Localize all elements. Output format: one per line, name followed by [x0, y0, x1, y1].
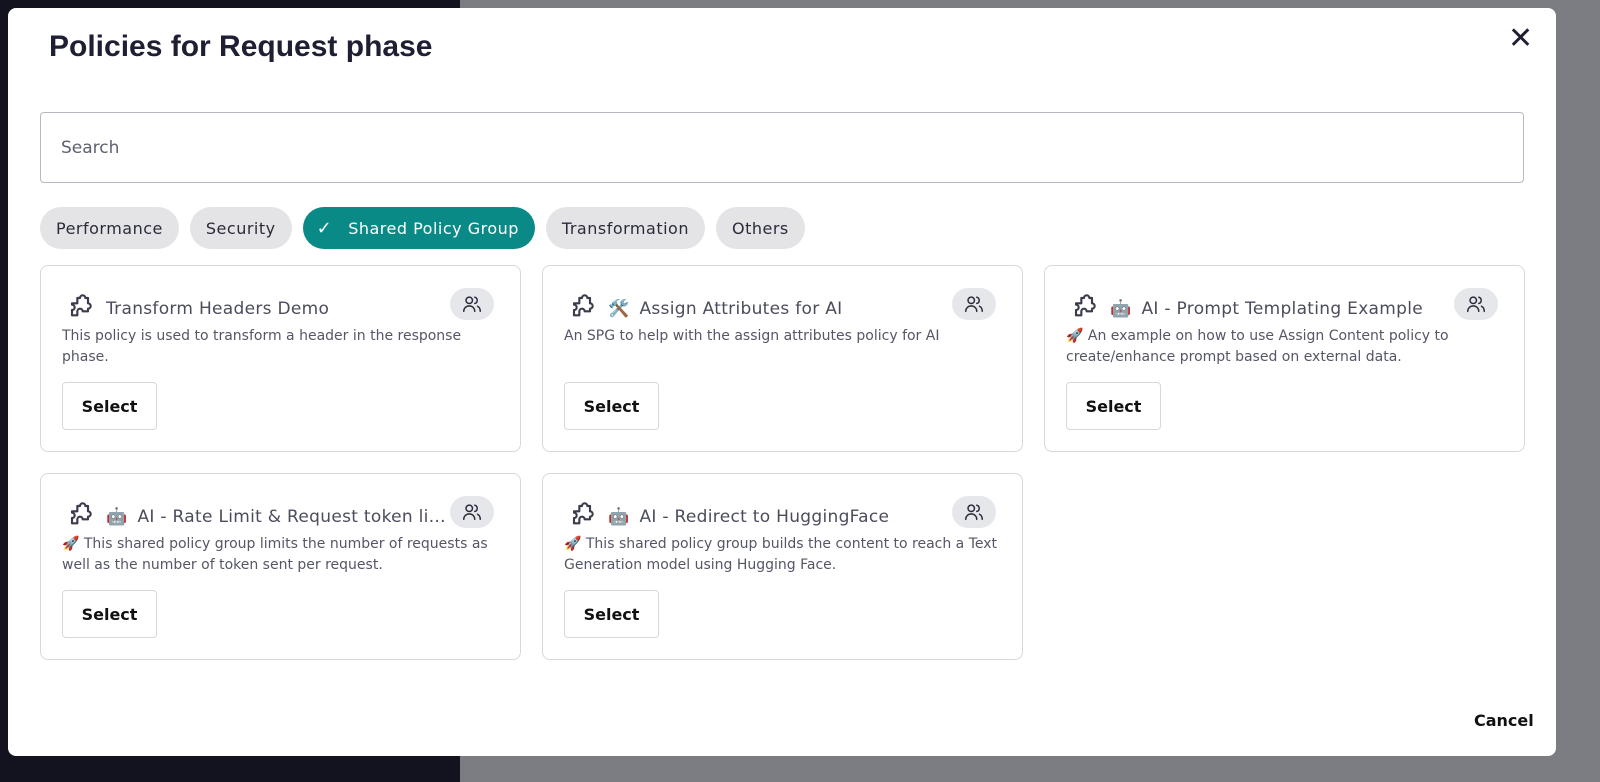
select-button[interactable]: Select [564, 590, 659, 638]
puzzle-icon [64, 290, 96, 327]
policy-title: AI - Prompt Templating Example [1141, 298, 1423, 319]
filter-chip-transformation[interactable]: Transformation [545, 207, 705, 249]
policy-emoji: 🤖 [608, 506, 630, 527]
policy-card: Transform Headers Demo This policy is us… [40, 265, 521, 452]
filter-chip-label: Performance [56, 218, 163, 238]
policy-description: 🚀 This shared policy group builds the co… [564, 536, 998, 573]
policy-title-row: 🤖 AI - Prompt Templating Example [1068, 290, 1423, 327]
filter-chip-label: Shared Policy Group [348, 218, 519, 238]
puzzle-icon [1068, 290, 1100, 327]
policy-title: AI - Rate Limit & Request token li... [137, 506, 446, 527]
policy-title-row: 🤖 AI - Rate Limit & Request token li... [64, 498, 446, 535]
policy-card: 🛠️ Assign Attributes for AI An SPG to hel… [542, 265, 1023, 452]
policy-description: 🚀 This shared policy group limits the nu… [62, 536, 488, 573]
select-button[interactable]: Select [62, 590, 157, 638]
check-icon: ✓ [316, 217, 333, 239]
policy-title-row: Transform Headers Demo [64, 290, 329, 327]
select-button[interactable]: Select [62, 382, 157, 430]
filter-chip-label: Others [731, 218, 789, 238]
policy-description: An SPG to help with the assign attribute… [564, 328, 940, 344]
shared-group-users-icon [952, 496, 996, 528]
shared-group-users-icon [450, 496, 494, 528]
policy-emoji: 🤖 [1110, 298, 1132, 319]
filter-chip-label: Security [205, 218, 276, 238]
cancel-button[interactable]: Cancel [1474, 711, 1534, 730]
policies-dialog: Policies for Request phase ✕ Performance… [8, 8, 1556, 756]
puzzle-icon [566, 498, 598, 535]
shared-group-users-icon [450, 288, 494, 320]
policy-card: 🤖 AI - Redirect to HuggingFace 🚀 This sha… [542, 473, 1023, 660]
filter-chip-others[interactable]: Others [715, 207, 805, 249]
policy-card: 🤖 AI - Rate Limit & Request token li... 🚀… [40, 473, 521, 660]
shared-group-users-icon [952, 288, 996, 320]
filter-chips: Performance Security ✓ Shared Policy Group T… [40, 207, 805, 249]
close-icon[interactable]: ✕ [1508, 24, 1533, 54]
search-input[interactable] [40, 112, 1524, 183]
policy-emoji: 🛠️ [608, 298, 630, 319]
policy-emoji: 🤖 [106, 506, 128, 527]
select-button[interactable]: Select [564, 382, 659, 430]
filter-chip-performance[interactable]: Performance [40, 207, 179, 249]
policy-description: 🚀 An example on how to use Assign Conten… [1066, 328, 1449, 365]
puzzle-icon [64, 498, 96, 535]
dialog-title: Policies for Request phase [49, 30, 433, 63]
puzzle-icon [566, 290, 598, 327]
policy-card: 🤖 AI - Prompt Templating Example 🚀 An exa… [1044, 265, 1525, 452]
filter-chip-security[interactable]: Security [189, 207, 292, 249]
policy-description: This policy is used to transform a heade… [62, 328, 462, 365]
policy-title: AI - Redirect to HuggingFace [639, 506, 890, 527]
filter-chip-label: Transformation [561, 218, 689, 238]
policy-title: Transform Headers Demo [106, 298, 330, 319]
policy-title-row: 🛠️ Assign Attributes for AI [566, 290, 842, 327]
shared-group-users-icon [1454, 288, 1498, 320]
policy-title-row: 🤖 AI - Redirect to HuggingFace [566, 498, 889, 535]
policy-title: Assign Attributes for AI [639, 298, 843, 319]
select-button[interactable]: Select [1066, 382, 1161, 430]
filter-chip-shared-policy-group[interactable]: ✓ Shared Policy Group [302, 207, 535, 249]
